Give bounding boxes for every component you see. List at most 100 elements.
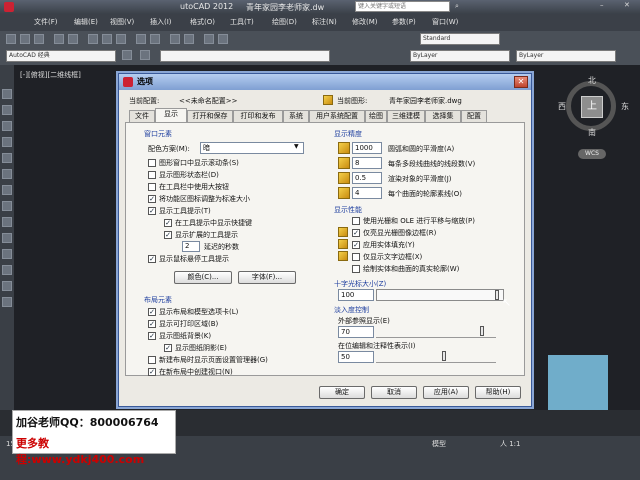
cb-scrollbars[interactable] [148,159,156,167]
cb-drawing-status-bar[interactable] [148,171,156,179]
dialog-close-button[interactable]: ✕ [514,76,528,88]
ok-button[interactable]: 确定 [319,386,365,399]
rectangle-icon[interactable] [2,137,12,147]
text-style-combo[interactable]: Standard [420,33,500,45]
save-icon[interactable] [34,34,44,44]
cb-tooltips[interactable]: ✓ [148,207,156,215]
design-center-icon[interactable] [218,34,228,44]
viewport-label[interactable]: [-][俯视][二维线框] [20,70,81,80]
contour-lines-input[interactable]: 4 [352,187,382,199]
tab-plot-publish[interactable]: 打印和发布 [233,110,283,122]
menu-edit[interactable]: 编辑(E) [74,17,98,27]
cb-create-viewport[interactable]: ✓ [148,368,156,376]
cb-printable-area[interactable]: ✓ [148,320,156,328]
crosshair-slider-thumb[interactable] [495,290,499,300]
point-icon[interactable] [2,233,12,243]
close-icon[interactable]: ✕ [624,1,630,9]
xref-display-slider[interactable] [376,326,496,338]
cb-ribbon-icons[interactable]: ✓ [148,195,156,203]
arc-icon[interactable] [2,153,12,163]
cb-true-silhouettes[interactable] [352,265,360,273]
search-input[interactable]: 键入关键字或短语 [355,1,450,12]
layer-manager-icon[interactable] [140,50,150,60]
cancel-button[interactable]: 取消 [371,386,417,399]
apply-button[interactable]: 应用(A) [423,386,469,399]
crosshair-size-slider[interactable] [376,289,504,301]
annotation-scale[interactable]: 人 1:1 [500,439,521,449]
wcs-badge[interactable]: WCS [578,149,606,159]
search-icon[interactable]: ⌕ [455,2,459,11]
tab-system[interactable]: 系统 [283,110,309,122]
cb-large-buttons[interactable] [148,183,156,191]
color-combo[interactable]: ByLayer [410,50,510,62]
line-icon[interactable] [2,89,12,99]
cb-layout-tabs[interactable]: ✓ [148,308,156,316]
preview-icon[interactable] [68,34,78,44]
tab-profiles[interactable]: 配置 [461,110,487,122]
arc-smoothness-input[interactable]: 1000 [352,142,382,154]
menu-window[interactable]: 窗口(W) [432,17,458,27]
polyline-segments-input[interactable]: 8 [352,157,382,169]
menu-format[interactable]: 格式(O) [190,17,215,27]
menu-parameter[interactable]: 参数(P) [392,17,416,27]
viewcube-top[interactable]: 上 [581,96,603,118]
menu-view[interactable]: 视图(V) [110,17,134,27]
cb-shortcut-keys[interactable]: ✓ [164,219,172,227]
inplace-edit-slider[interactable] [376,351,496,363]
linetype-combo[interactable]: ByLayer [516,50,616,62]
cb-text-frame[interactable] [352,253,360,261]
menu-insert[interactable]: 插入(I) [150,17,172,27]
xref-display-input[interactable]: 70 [338,326,374,338]
crosshair-size-input[interactable]: 100 [338,289,374,301]
menu-file[interactable]: 文件(F) [34,17,58,27]
cb-solid-fill[interactable]: ✓ [352,241,360,249]
model-tab[interactable]: 模型 [432,439,446,449]
cb-paper-shadow[interactable]: ✓ [164,344,172,352]
menu-draw[interactable]: 绘图(D) [272,17,297,27]
workspace-combo[interactable]: AutoCAD 经典 [6,50,116,62]
spline-icon[interactable] [2,185,12,195]
cb-raster-ole-pan[interactable] [352,217,360,225]
inplace-edit-input[interactable]: 50 [338,351,374,363]
tab-user-preferences[interactable]: 用户系统配置 [309,110,365,122]
cb-page-setup-manager[interactable] [148,356,156,364]
undo-icon[interactable] [136,34,146,44]
circle-icon[interactable] [2,169,12,179]
menu-tools[interactable]: 工具(T) [230,17,254,27]
hatch-icon[interactable] [2,249,12,259]
cb-raster-frame[interactable]: ✓ [352,229,360,237]
cut-icon[interactable] [88,34,98,44]
menu-modify[interactable]: 修改(M) [352,17,378,27]
tab-3d-modeling[interactable]: 三维建模 [387,110,425,122]
app-logo-icon[interactable] [4,2,14,12]
minimize-icon[interactable]: – [600,1,604,9]
tab-display[interactable]: 显示 [155,108,187,122]
polyline-icon[interactable] [2,105,12,115]
color-scheme-select[interactable]: 暗 [200,142,304,154]
text-icon[interactable] [2,297,12,307]
copy-icon[interactable] [102,34,112,44]
tab-selection[interactable]: 选择集 [425,110,461,122]
inplace-slider-thumb[interactable] [442,351,446,361]
menu-dimension[interactable]: 标注(N) [312,17,337,27]
cb-paper-background[interactable]: ✓ [148,332,156,340]
xref-slider-thumb[interactable] [480,326,484,336]
paste-icon[interactable] [116,34,126,44]
help-button[interactable]: 帮助(H) [475,386,521,399]
chevron-down-icon[interactable]: ▼ [294,143,299,150]
gear-icon[interactable] [122,50,132,60]
layer-combo[interactable] [160,50,330,62]
block-icon[interactable] [2,217,12,227]
fonts-button[interactable]: 字体(F)... [238,271,296,284]
colors-button[interactable]: 颜色(C)... [174,271,232,284]
table-icon[interactable] [2,281,12,291]
polygon-icon[interactable] [2,121,12,131]
delay-seconds-input[interactable]: 2 [182,241,200,252]
open-icon[interactable] [20,34,30,44]
rendered-smoothness-input[interactable]: 0.5 [352,172,382,184]
cb-rollover-tooltips[interactable]: ✓ [148,255,156,263]
print-icon[interactable] [54,34,64,44]
redo-icon[interactable] [150,34,160,44]
properties-icon[interactable] [204,34,214,44]
ellipse-icon[interactable] [2,201,12,211]
